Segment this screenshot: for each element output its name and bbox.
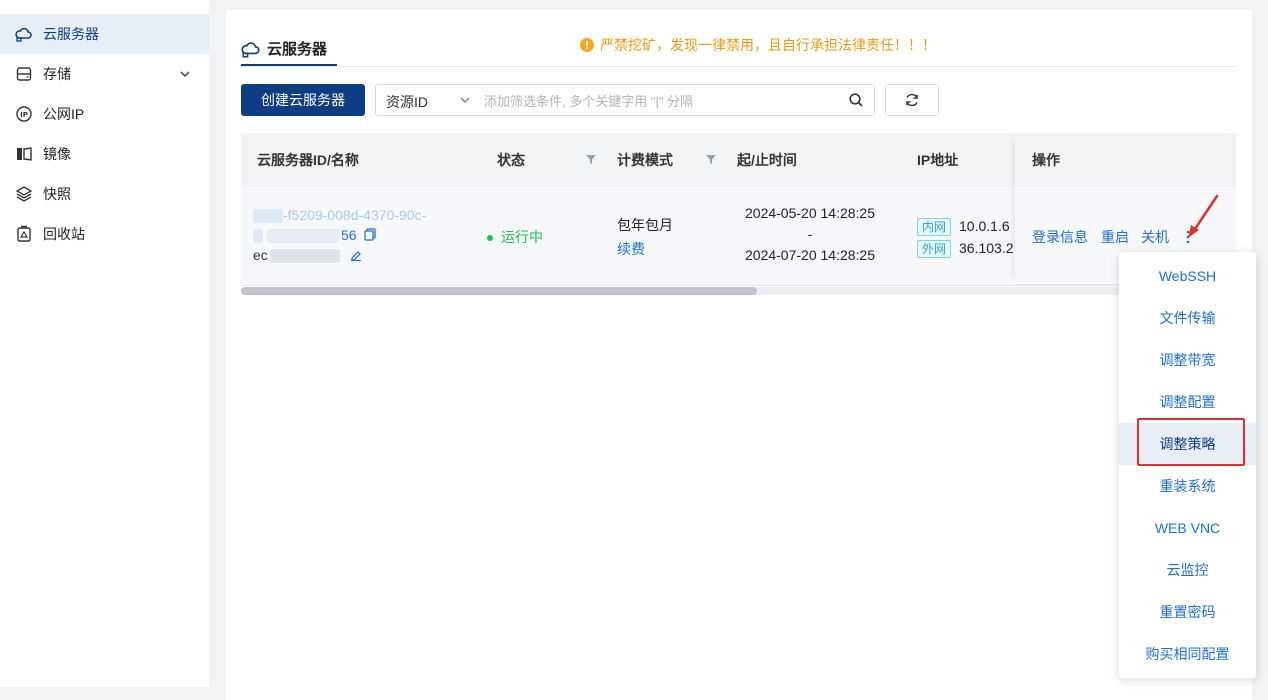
filter-icon[interactable]: [705, 153, 717, 165]
main-card: 云服务器 严禁挖矿，发现一律禁用，且自行承担法律责任！！！ 创建云服务器 资源I…: [226, 10, 1252, 700]
filter-field-select[interactable]: 资源ID: [386, 92, 428, 112]
menu-item-web-vnc[interactable]: WEB VNC: [1119, 507, 1256, 549]
redacted-text: [253, 209, 283, 224]
end-time: 2024-07-20 14:28:25: [745, 247, 875, 263]
cloud-server-icon: [241, 41, 260, 57]
sidebar-item-label: 云服务器: [43, 26, 99, 42]
chevron-down-icon[interactable]: [458, 93, 472, 107]
filter-icon[interactable]: [585, 153, 597, 165]
col-server-id: 云服务器ID/名称: [257, 152, 359, 168]
storage-icon: [14, 64, 34, 84]
menu-item-adjust-config[interactable]: 调整配置: [1119, 381, 1256, 423]
image-icon: [14, 144, 34, 164]
sidebar-item-image[interactable]: 镜像: [0, 134, 209, 174]
sidebar-item-storage[interactable]: 存储: [0, 54, 209, 94]
sidebar-item-label: 回收站: [43, 226, 85, 242]
sidebar-item-cloud-server[interactable]: 云服务器: [0, 14, 209, 54]
billing-mode: 包年包月: [617, 217, 673, 233]
menu-item-buy-same-config[interactable]: 购买相同配置: [1119, 633, 1256, 675]
create-server-button[interactable]: 创建云服务器: [241, 84, 365, 116]
warning-text: 严禁挖矿，发现一律禁用，且自行承担法律责任！！！: [600, 37, 936, 53]
snapshot-icon: [14, 184, 34, 204]
sidebar-item-label: 快照: [43, 186, 71, 202]
start-time: 2024-05-20 14:28:25: [745, 205, 875, 221]
time-separator: -: [807, 226, 813, 242]
tab-cloud-server[interactable]: 云服务器: [241, 32, 327, 65]
warning-icon: [580, 38, 594, 52]
filter-bar: 资源ID: [375, 84, 875, 116]
private-ip: 10.0.1.6: [959, 218, 1010, 234]
sidebar: 云服务器 存储 IP 公网IP 镜像 快照 回收站: [0, 0, 209, 687]
server-id-link[interactable]: -f5209-008d-4370-90c-: [283, 207, 426, 223]
public-ip: 36.103.2: [959, 240, 1014, 256]
shutdown-link[interactable]: 关机: [1141, 227, 1169, 247]
refresh-icon: [906, 93, 918, 107]
private-ip-tag: 内网: [917, 218, 952, 236]
redacted-text: [267, 229, 339, 244]
cloud-server-icon: [14, 24, 34, 44]
tab-label: 云服务器: [267, 41, 328, 58]
search-icon[interactable]: [848, 92, 864, 108]
sidebar-item-snapshot[interactable]: 快照: [0, 174, 209, 214]
refresh-button[interactable]: [885, 84, 939, 116]
col-status: 状态: [497, 152, 525, 168]
public-ip-tag: 外网: [917, 240, 952, 258]
sidebar-item-label: 镜像: [43, 146, 71, 162]
col-ip: IP地址: [917, 152, 959, 168]
reboot-link[interactable]: 重启: [1101, 227, 1129, 247]
menu-item-reset-password[interactable]: 重置密码: [1119, 591, 1256, 633]
redacted-text: [253, 229, 263, 244]
chevron-down-icon[interactable]: [177, 66, 193, 82]
col-actions: 操作: [1015, 133, 1236, 187]
svg-text:IP: IP: [20, 111, 28, 119]
server-name-prefix: ec: [253, 247, 268, 263]
filter-input[interactable]: [482, 89, 836, 113]
edit-icon[interactable]: [350, 249, 362, 261]
mining-warning: 严禁挖矿，发现一律禁用，且自行承担法律责任！！！: [580, 35, 936, 55]
more-icon[interactable]: [1185, 230, 1191, 244]
server-id-suffix[interactable]: 56: [341, 227, 357, 243]
recycle-bin-icon: [14, 224, 34, 244]
ip-cell: 内网 10.0.1.6 外网 36.103.2: [917, 215, 1014, 259]
sidebar-item-label: 存储: [43, 66, 71, 82]
sidebar-item-recycle-bin[interactable]: 回收站: [0, 214, 209, 254]
menu-item-adjust-policy[interactable]: 调整策略: [1119, 423, 1256, 465]
sidebar-item-public-ip[interactable]: IP 公网IP: [0, 94, 209, 134]
menu-item-webssh[interactable]: WebSSH: [1119, 255, 1256, 297]
redacted-text: [269, 249, 340, 264]
tab-divider: [241, 66, 1236, 67]
horizontal-scrollbar-thumb[interactable]: [241, 287, 757, 295]
status-text: 运行中: [501, 229, 543, 245]
ip-icon: IP: [14, 104, 34, 124]
more-actions-menu: WebSSH 文件传输 调整带宽 调整配置 调整策略 重装系统 WEB VNC …: [1119, 252, 1256, 678]
menu-item-file-transfer[interactable]: 文件传输: [1119, 297, 1256, 339]
login-info-link[interactable]: 登录信息: [1032, 227, 1088, 247]
sidebar-item-label: 公网IP: [43, 106, 85, 122]
menu-item-reinstall-system[interactable]: 重装系统: [1119, 465, 1256, 507]
renew-link[interactable]: 续费: [617, 237, 673, 261]
col-actions-label: 操作: [1032, 152, 1060, 168]
col-time: 起/止时间: [737, 152, 797, 168]
status-cell: 运行中: [487, 227, 543, 247]
col-billing: 计费模式: [617, 152, 673, 168]
menu-item-adjust-bandwidth[interactable]: 调整带宽: [1119, 339, 1256, 381]
billing-cell: 包年包月 续费: [617, 213, 673, 261]
copy-icon[interactable]: [364, 228, 377, 241]
time-cell: 2024-05-20 14:28:25 - 2024-07-20 14:28:2…: [737, 203, 883, 266]
server-id-cell: -f5209-008d-4370-90c- 56 ec: [253, 205, 453, 265]
menu-item-cloud-monitor[interactable]: 云监控: [1119, 549, 1256, 591]
status-dot: [487, 235, 493, 242]
